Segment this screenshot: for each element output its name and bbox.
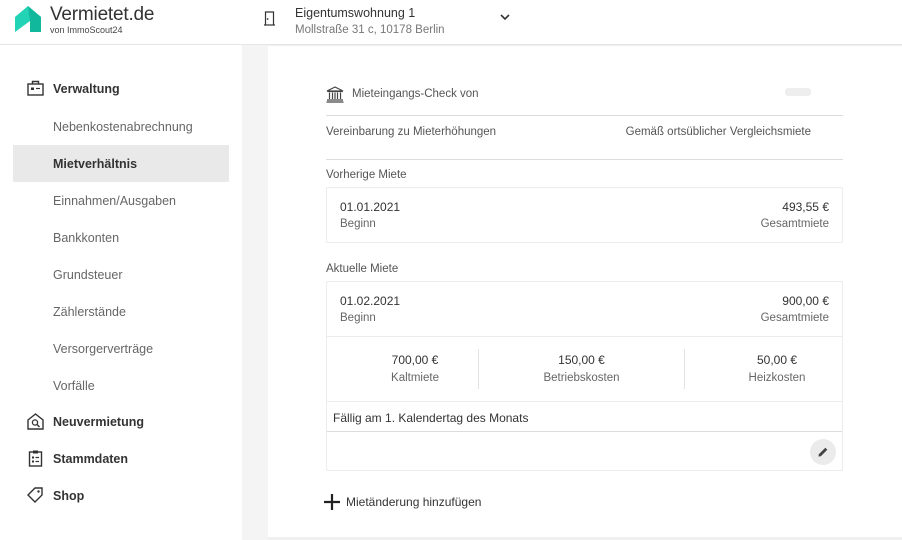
plus-icon xyxy=(324,494,340,510)
previous-rent-amount-label: Gesamtmiete xyxy=(760,218,829,230)
sidebar-item-label: Mietverhältnis xyxy=(53,156,138,171)
sidebar-group-label: Stammdaten xyxy=(53,451,129,466)
sidebar-item-nebenkostenabrechnung[interactable]: Nebenkostenabrechnung xyxy=(13,108,229,145)
sidebar: Verwaltung Nebenkostenabrechnung Mietver… xyxy=(0,45,242,540)
card-actions xyxy=(327,432,842,470)
sidebar-item-label: Nebenkostenabrechnung xyxy=(53,119,193,134)
bank-icon xyxy=(326,85,344,103)
add-rent-change-button[interactable]: Mietänderung hinzufügen xyxy=(323,493,481,511)
add-rent-change-label: Mietänderung hinzufügen xyxy=(346,495,482,509)
sidebar-item-mietverhaeltnis[interactable]: Mietverhältnis xyxy=(13,145,229,182)
previous-rent-date-label: Beginn xyxy=(340,218,376,230)
rent-check-row[interactable]: Mieteingangs-Check von xyxy=(326,79,843,109)
sidebar-group-shop[interactable]: Shop xyxy=(0,477,229,514)
sidebar-group-label: Shop xyxy=(53,488,85,503)
due-date-row: Fällig am 1. Kalendertag des Monats xyxy=(327,401,842,432)
sidebar-item-versorgervertraege[interactable]: Versorgerverträge xyxy=(13,330,229,367)
loading-placeholder xyxy=(785,88,811,96)
sidebar-item-label: Bankkonten xyxy=(53,230,120,245)
property-title: Eigentumswohnung 1 xyxy=(295,6,416,20)
property-address: Mollstraße 31 c, 10178 Berlin xyxy=(295,24,445,36)
current-rent-amount-label: Gesamtmiete xyxy=(760,312,829,324)
breakdown-value: 700,00 € xyxy=(391,353,439,367)
door-icon xyxy=(264,11,275,26)
edit-button[interactable] xyxy=(810,439,836,465)
agreement-value: Gemäß ortsüblicher Vergleichsmiete xyxy=(625,126,811,138)
sidebar-group-label: Verwaltung xyxy=(53,81,120,96)
logo-subtitle: von ImmoScout24 xyxy=(50,25,123,35)
divider xyxy=(478,349,479,389)
previous-rent-date: 01.01.2021 xyxy=(340,200,401,214)
divider xyxy=(684,349,685,389)
breakdown-label: Kaltmiete xyxy=(391,372,439,384)
agreement-label: Vereinbarung zu Mieterhöhungen xyxy=(326,126,497,138)
sidebar-group-neuvermietung[interactable]: Neuvermietung xyxy=(0,403,229,440)
previous-rent-card: 01.01.2021 Beginn 493,55 € Gesamtmiete xyxy=(326,187,843,243)
breakdown-heizkosten: 50,00 € Heizkosten xyxy=(702,349,852,389)
clipboard-icon xyxy=(28,450,43,467)
sidebar-group-verwaltung[interactable]: Verwaltung xyxy=(0,70,229,107)
previous-rent-amount: 493,55 € xyxy=(782,200,829,214)
rent-increase-agreement: Vereinbarung zu Mieterhöhungen Gemäß ort… xyxy=(326,126,843,148)
current-rent-date-label: Beginn xyxy=(340,312,376,324)
app-header: Vermietet.de von ImmoScout24 Eigentumswo… xyxy=(0,0,902,45)
sidebar-item-label: Zählerstände xyxy=(53,304,126,319)
current-rent-amount: 900,00 € xyxy=(782,294,829,308)
content-gutter xyxy=(242,45,268,540)
sidebar-item-einnahmen-ausgaben[interactable]: Einnahmen/Ausgaben xyxy=(13,182,229,219)
divider xyxy=(326,115,843,116)
briefcase-icon xyxy=(27,80,44,96)
current-rent-date: 01.02.2021 xyxy=(340,294,401,308)
current-rent-heading: Aktuelle Miete xyxy=(326,263,399,275)
logo-name: Vermietet.de xyxy=(50,4,155,25)
current-rent-card: 01.02.2021 Beginn 900,00 € Gesamtmiete 7… xyxy=(326,281,843,471)
house-search-icon xyxy=(27,413,44,430)
breakdown-value: 50,00 € xyxy=(756,353,798,367)
rent-breakdown: 700,00 € Kaltmiete 150,00 € Betriebskost… xyxy=(327,336,842,401)
sidebar-item-grundsteuer[interactable]: Grundsteuer xyxy=(13,256,229,293)
sidebar-item-label: Vorfälle xyxy=(53,378,95,393)
pencil-icon xyxy=(818,447,828,457)
breakdown-betriebskosten: 150,00 € Betriebskosten xyxy=(504,349,659,389)
breakdown-label: Heizkosten xyxy=(748,372,806,384)
sidebar-item-bankkonten[interactable]: Bankkonten xyxy=(13,219,229,256)
breakdown-label: Betriebskosten xyxy=(543,372,620,384)
tag-icon xyxy=(27,487,43,503)
sidebar-group-stammdaten[interactable]: Stammdaten xyxy=(0,440,229,477)
due-date-text: Fällig am 1. Kalendertag des Monats xyxy=(333,411,529,425)
sidebar-item-label: Versorgerverträge xyxy=(53,341,154,356)
chevron-down-icon xyxy=(500,14,510,21)
divider xyxy=(326,159,843,160)
logo[interactable]: Vermietet.de von ImmoScout24 xyxy=(12,4,154,35)
sidebar-group-label: Neuvermietung xyxy=(53,414,144,429)
rent-check-label: Mieteingangs-Check von xyxy=(352,88,479,100)
sidebar-item-label: Einnahmen/Ausgaben xyxy=(53,193,177,208)
sidebar-item-label: Grundsteuer xyxy=(53,267,123,282)
house-logo-icon xyxy=(15,6,41,32)
breakdown-kaltmiete: 700,00 € Kaltmiete xyxy=(340,349,490,389)
breakdown-value: 150,00 € xyxy=(558,353,605,367)
sidebar-item-zaehlerstaende[interactable]: Zählerstände xyxy=(13,293,229,330)
sidebar-item-vorfaelle[interactable]: Vorfälle xyxy=(13,367,229,404)
previous-rent-heading: Vorherige Miete xyxy=(326,169,407,181)
property-selector[interactable]: Eigentumswohnung 1 Mollstraße 31 c, 1017… xyxy=(264,5,510,36)
